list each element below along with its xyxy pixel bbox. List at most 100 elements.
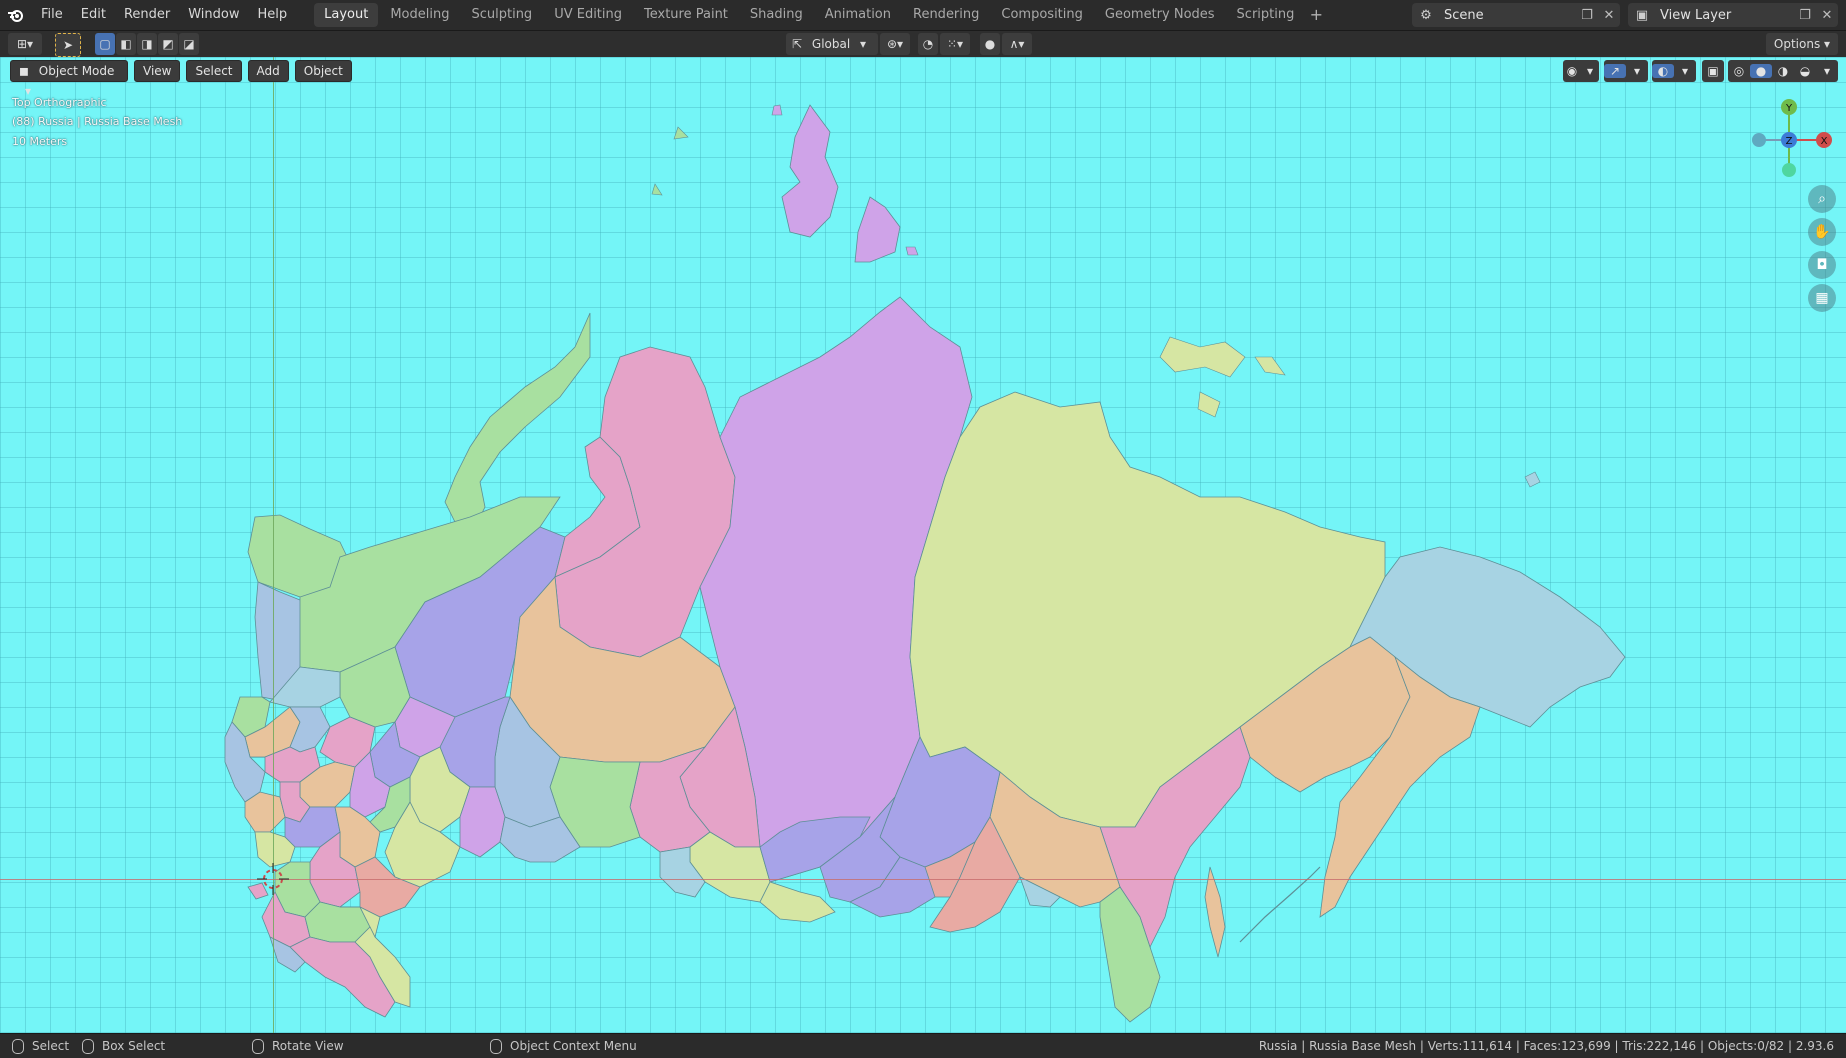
navigation-gizmo[interactable]: Y X Z — [1744, 93, 1834, 183]
select-mode-invert-icon[interactable]: ◩ — [158, 33, 178, 55]
proportional-edit-icon[interactable]: ● — [980, 33, 1000, 55]
select-mode-new-icon[interactable]: ▢ — [95, 33, 115, 55]
tab-layout[interactable]: Layout — [314, 3, 379, 27]
scene-icon: ⚙ — [1420, 7, 1432, 23]
tab-animation[interactable]: Animation — [815, 3, 901, 27]
select-mode-extend-icon[interactable]: ◧ — [116, 33, 136, 55]
region-severnaya-zemlya — [781, 104, 839, 238]
view-name: Top Orthographic — [12, 96, 107, 109]
region-novaya-zemlya — [444, 312, 591, 528]
tab-sculpting[interactable]: Sculpting — [461, 3, 542, 27]
wireframe-shading-icon[interactable]: ◎ — [1728, 64, 1750, 78]
add-menu[interactable]: Add — [247, 60, 289, 82]
close-view-layer-icon[interactable]: ✕ — [1816, 8, 1838, 23]
select-mode-intersect-icon[interactable]: ◪ — [179, 33, 199, 55]
status-select-label: Select — [32, 1039, 70, 1053]
transform-orientation-dropdown[interactable]: ⇱ Global ▾ — [786, 33, 878, 55]
tab-rendering[interactable]: Rendering — [903, 3, 989, 27]
select-mode-subtract-icon[interactable]: ◨ — [137, 33, 157, 55]
material-shading-icon[interactable]: ◑ — [1772, 64, 1794, 78]
neg-y-axis-icon — [1782, 163, 1796, 177]
top-bar: File Edit Render Window Help Layout Mode… — [0, 0, 1846, 31]
3d-cursor-icon[interactable] — [257, 863, 289, 895]
status-bar: Select Box Select Rotate View Object Con… — [0, 1033, 1846, 1058]
menu-edit[interactable]: Edit — [72, 0, 115, 30]
hand-icon[interactable]: ✋ — [1808, 218, 1836, 246]
object-menu[interactable]: Object — [294, 60, 352, 82]
gizmo-toggle[interactable]: ↗ ▾ — [1604, 60, 1648, 82]
x-axis-label: X — [1821, 136, 1828, 147]
3d-viewport[interactable]: ◼ Object Mode ▾ View Select Add Object ◉… — [0, 57, 1846, 1033]
region-arctic-island-2 — [854, 196, 901, 263]
overlays-icon: ◐ — [1652, 64, 1674, 78]
view-menu[interactable]: View — [134, 60, 181, 82]
viewport-header: ◼ Object Mode ▾ View Select Add Object — [10, 60, 352, 98]
rendered-shading-icon[interactable]: ◒ — [1794, 64, 1816, 78]
falloff-icon[interactable]: ∧▾ — [1002, 33, 1032, 55]
solid-shading-icon[interactable]: ● — [1750, 64, 1772, 78]
mouse-middle-icon — [252, 1039, 264, 1054]
chevron-down-icon[interactable]: ▾ — [1816, 64, 1838, 78]
menu-help[interactable]: Help — [249, 0, 297, 30]
chevron-down-icon: ▾ — [1824, 37, 1831, 51]
grid-icon[interactable]: ▦ — [1808, 284, 1836, 312]
object-info: (88) Russia | Russia Base Mesh — [12, 115, 183, 128]
menu-file[interactable]: File — [32, 0, 72, 30]
tab-geometry-nodes[interactable]: Geometry Nodes — [1095, 3, 1225, 27]
workspace-tabs: Layout Modeling Sculpting UV Editing Tex… — [314, 0, 1326, 30]
region-chelyabinsk — [459, 786, 506, 858]
scene-statistics: Russia | Russia Base Mesh | Verts:111,61… — [1258, 1039, 1834, 1053]
view-layer-name: View Layer — [1660, 7, 1732, 23]
scene-selector[interactable]: ⚙ Scene ❐ ✕ — [1412, 3, 1620, 27]
chevron-down-icon: ▾ — [1633, 64, 1641, 78]
scene-name: Scene — [1444, 7, 1484, 23]
visibility-dropdown[interactable]: ◉ ▾ — [1563, 60, 1599, 82]
object-mode-icon: ◼ — [19, 64, 29, 78]
region-bryansk — [244, 791, 286, 833]
xray-toggle[interactable]: ▣ — [1702, 60, 1724, 82]
tab-scripting[interactable]: Scripting — [1227, 3, 1305, 27]
tab-texture-paint[interactable]: Texture Paint — [634, 3, 738, 27]
snap-target-icon[interactable]: ⁙▾ — [940, 33, 970, 55]
new-scene-icon[interactable]: ❐ — [1576, 8, 1598, 23]
region-arctic-islet — [771, 104, 783, 116]
blender-logo-icon[interactable] — [0, 0, 32, 30]
tab-compositing[interactable]: Compositing — [991, 3, 1093, 27]
gizmo-icon: ↗ — [1604, 64, 1626, 78]
view-layer-selector[interactable]: ▣ View Layer ❐ ✕ — [1628, 3, 1838, 27]
close-scene-icon[interactable]: ✕ — [1598, 8, 1620, 23]
y-axis-label: Y — [1785, 103, 1793, 114]
new-view-layer-icon[interactable]: ❐ — [1794, 8, 1816, 23]
snap-toggle-icon[interactable]: ◔ — [918, 33, 938, 55]
camera-icon[interactable]: ◘ — [1808, 251, 1836, 279]
neg-x-axis-icon — [1752, 133, 1766, 147]
status-box-select: Box Select — [82, 1034, 165, 1058]
pivot-point-icon[interactable]: ⊛▾ — [880, 33, 910, 55]
tab-uv-editing[interactable]: UV Editing — [544, 3, 632, 27]
tab-modeling[interactable]: Modeling — [380, 3, 459, 27]
menu-render[interactable]: Render — [115, 0, 179, 30]
main-menu: File Edit Render Window Help — [32, 0, 296, 30]
region-vaygach — [651, 183, 663, 196]
xray-icon: ▣ — [1707, 64, 1719, 78]
status-rotate-view-label: Rotate View — [272, 1039, 344, 1053]
overlays-toggle[interactable]: ◐ ▾ — [1652, 60, 1696, 82]
editor-type-icon[interactable]: ⊞▾ — [8, 33, 42, 55]
add-workspace-button[interactable]: + — [1306, 4, 1326, 26]
select-menu[interactable]: Select — [186, 60, 242, 82]
mode-label: Object Mode — [38, 64, 115, 78]
mouse-right-icon — [490, 1039, 502, 1054]
options-dropdown[interactable]: Options ▾ — [1766, 33, 1838, 55]
chevron-down-icon: ▾ — [1586, 64, 1594, 78]
select-tool-icon[interactable]: ➤ — [55, 33, 81, 57]
orientation-icon: ⇱ — [792, 37, 803, 51]
menu-window[interactable]: Window — [179, 0, 248, 30]
status-rotate-view: Rotate View — [252, 1034, 344, 1058]
status-context-menu: Object Context Menu — [490, 1034, 637, 1058]
eye-icon: ◉ — [1566, 64, 1578, 78]
view-layer-icon: ▣ — [1635, 7, 1649, 23]
chevron-down-icon: ▾ — [860, 37, 867, 51]
tab-shading[interactable]: Shading — [740, 3, 813, 27]
mode-dropdown[interactable]: ◼ Object Mode ▾ — [10, 60, 128, 98]
zoom-icon[interactable]: ⌕ — [1808, 185, 1836, 213]
